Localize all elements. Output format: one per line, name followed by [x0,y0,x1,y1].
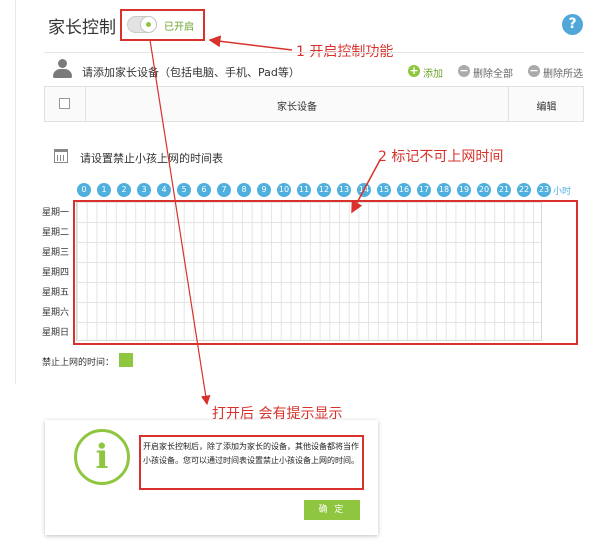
dialog-message: 开启家长控制后，除了添加为家长的设备，其他设备都将当作小孩设备。您可以通过时间表… [143,442,359,465]
arrow-step2 [351,159,381,214]
arrow-step3 [149,39,211,406]
confirm-button[interactable]: 确 定 [304,500,360,520]
arrow-step1 [208,35,293,51]
info-icon: i [74,429,130,485]
